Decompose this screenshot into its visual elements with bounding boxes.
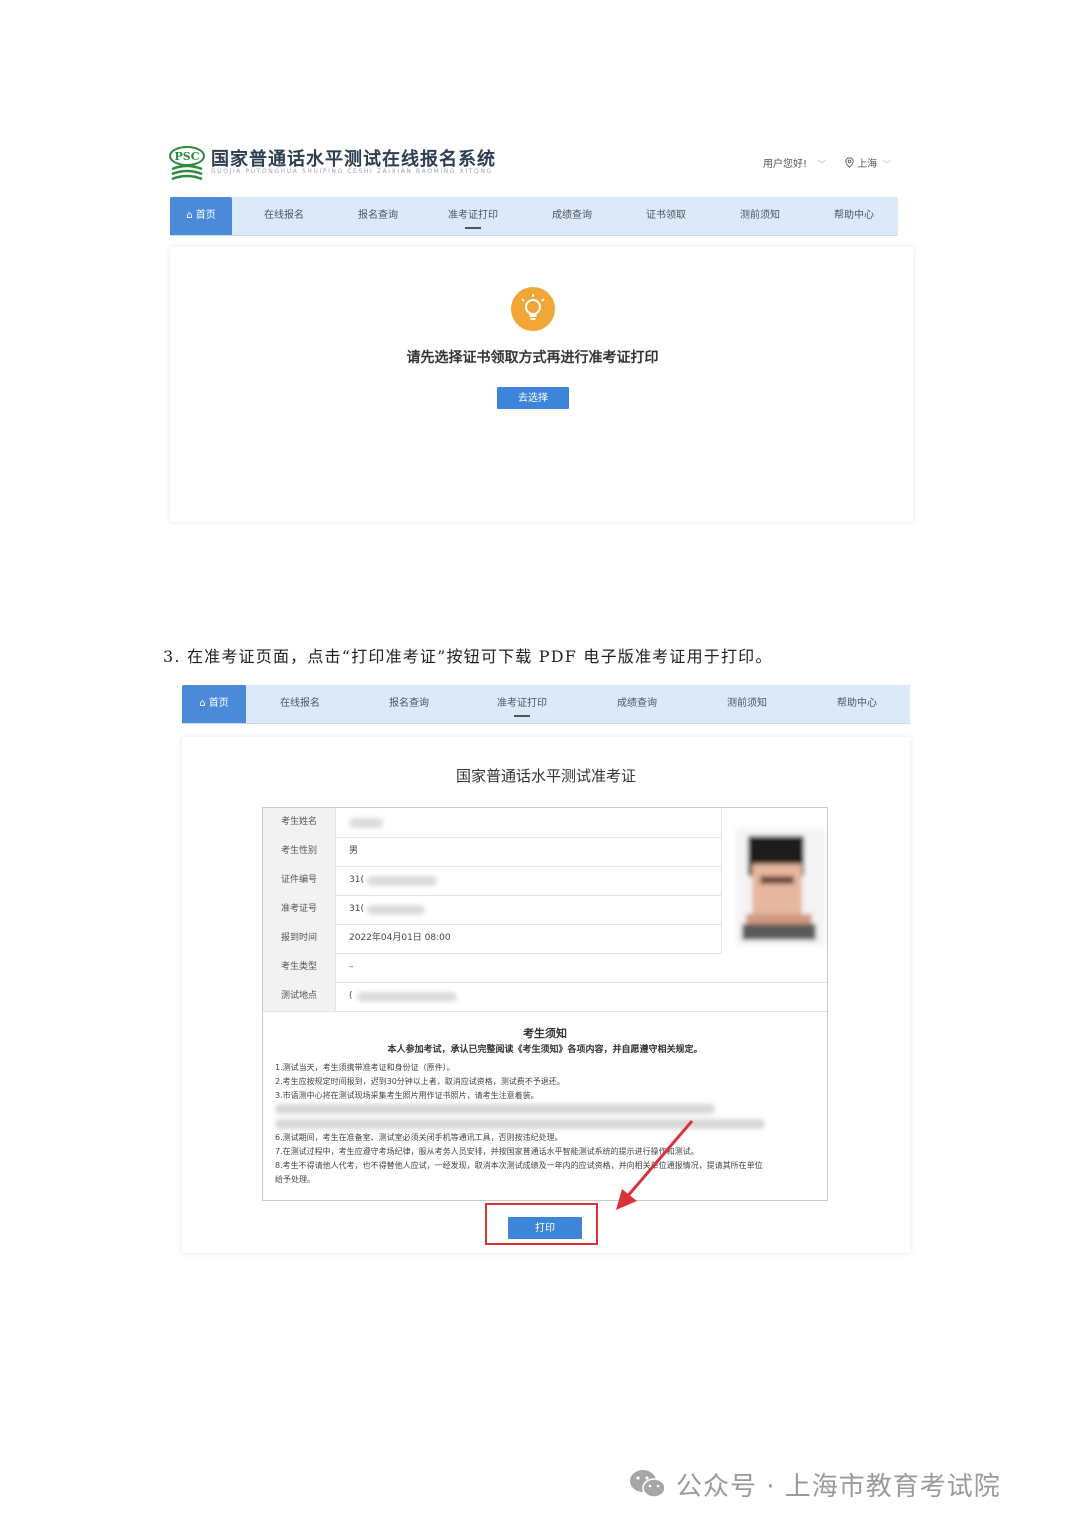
nav-registration-query[interactable]: 报名查询 xyxy=(345,197,411,235)
location-label: 上海 xyxy=(857,159,878,170)
wechat-icon xyxy=(628,1468,668,1500)
screenshot-admission-ticket: ⌂ 首页 在线报名 报名查询 准考证打印 成绩查询 测前须知 帮助中心 国家普通… xyxy=(180,683,912,1258)
nav-certificate-collection[interactable]: 证书领取 xyxy=(634,197,698,235)
select-method-prompt: 请先选择证书领取方式再进行准考证打印 xyxy=(406,350,659,366)
chevron-down-icon: ﹀ xyxy=(810,160,826,169)
location-selector[interactable]: 上海 ﹀ xyxy=(845,155,891,170)
red-arrow-annotation xyxy=(616,1120,694,1210)
home-icon: ⌂ xyxy=(186,210,193,221)
psc-logo: PSC xyxy=(168,145,208,181)
nav-admission-ticket-print[interactable]: 准考证打印 xyxy=(438,197,508,235)
screenshot-no-method-selected: PSC 国家普通话水平测试在线报名系统 GUOJIA PUTONGHUA SHU… xyxy=(165,135,920,525)
location-pin-icon xyxy=(845,157,854,168)
nav-home-label: 首页 xyxy=(195,210,216,221)
lightbulb-icon xyxy=(511,287,555,331)
nav-pre-test-notice[interactable]: 测前须知 xyxy=(728,197,792,235)
nav-score-query[interactable]: 成绩查询 xyxy=(540,197,604,235)
nav-home[interactable]: ⌂ 首页 xyxy=(170,197,232,235)
site-subtitle: GUOJIA PUTONGHUA SHUIPING CESHI ZAIXIAN … xyxy=(211,168,493,175)
nav-help-center[interactable]: 帮助中心 xyxy=(822,197,886,235)
instruction-step-3: 3. 在准考证页面，点击“打印准考证”按钮可下载 PDF 电子版准考证用于打印。 xyxy=(163,647,773,666)
watermark-text: 公众号 · 上海市教育考试院 xyxy=(676,1472,1001,1502)
user-menu[interactable]: 用户您好! ﹀ xyxy=(763,155,826,170)
chevron-down-icon: ﹀ xyxy=(880,160,891,169)
nav-online-registration[interactable]: 在线报名 xyxy=(250,197,318,235)
main-nav: ⌂ 首页 在线报名 报名查询 准考证打印 成绩查询 证书领取 测前须知 帮助中心 xyxy=(170,197,898,236)
go-select-button[interactable]: 去选择 xyxy=(497,387,569,409)
svg-text:PSC: PSC xyxy=(175,150,200,163)
user-greeting: 用户您好! xyxy=(763,159,808,170)
